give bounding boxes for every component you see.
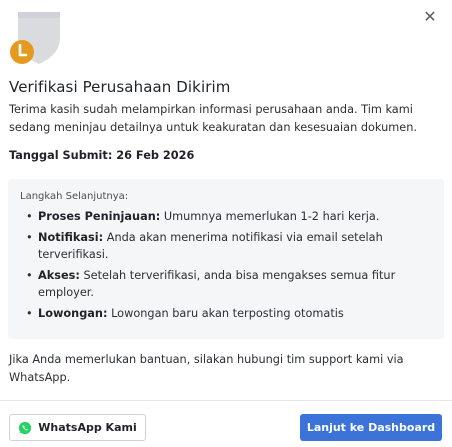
whatsapp-button-label: WhatsApp Kami [38, 421, 137, 434]
next-steps-box: Langkah Selanjutnya: • Proses Peninjauan… [8, 179, 444, 339]
list-item: • Lowongan: Lowongan baru akan terpostin… [20, 305, 432, 323]
close-icon: ✕ [423, 6, 437, 26]
continue-dashboard-button[interactable]: Lanjut ke Dashboard [300, 414, 442, 441]
bullet-icon: • [26, 210, 33, 223]
verification-modal: ✕ Verifikasi Perusahaan Dikirim Terima k… [0, 0, 452, 447]
step-key: Notifikasi: [38, 230, 104, 244]
step-key: Akses: [38, 268, 80, 282]
step-text: Setelah terverifikasi, anda bisa mengaks… [38, 268, 396, 300]
next-steps-heading: Langkah Selanjutnya: [20, 191, 129, 202]
submit-date: Tanggal Submit: 26 Feb 2026 [9, 149, 195, 162]
step-text: Umumnya memerlukan 1-2 hari kerja. [160, 210, 380, 223]
bullet-icon: • [26, 268, 33, 282]
list-item: • Akses: Setelah terverifikasi, anda bis… [20, 267, 432, 302]
help-text: Jika Anda memerlukan bantuan, silakan hu… [9, 353, 404, 384]
close-button[interactable]: ✕ [420, 6, 440, 26]
list-item: • Proses Peninjauan: Umumnya memerlukan … [20, 208, 432, 226]
bullet-icon: • [26, 306, 33, 320]
whatsapp-icon [19, 421, 32, 434]
step-key: Proses Peninjauan: [38, 210, 161, 223]
list-item: • Notifikasi: Anda akan menerima notifik… [20, 229, 432, 264]
step-text: Lowongan baru akan terposting otomatis [107, 306, 344, 320]
step-key: Lowongan: [38, 306, 108, 320]
continue-dashboard-label: Lanjut ke Dashboard [306, 421, 436, 434]
whatsapp-button[interactable]: WhatsApp Kami [9, 414, 146, 441]
modal-description: Terima kasih sudah melampirkan informasi… [9, 103, 417, 134]
next-steps-list: • Proses Peninjauan: Umumnya memerlukan … [20, 208, 432, 322]
footer-divider [0, 400, 452, 401]
bullet-icon: • [26, 230, 33, 244]
shield-clock-icon [8, 8, 64, 66]
modal-title: Verifikasi Perusahaan Dikirim [9, 78, 231, 96]
